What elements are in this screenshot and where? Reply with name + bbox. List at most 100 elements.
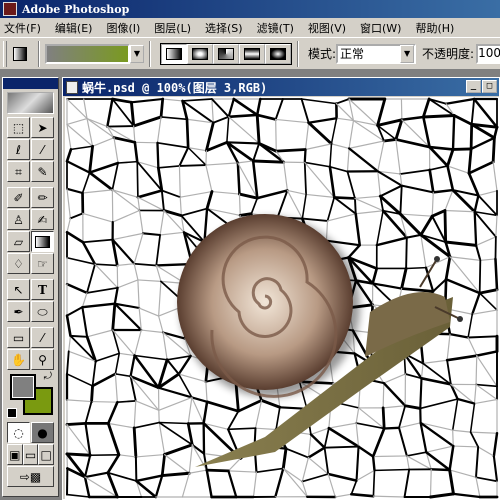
menu-filter[interactable]: 滤镜(T) [257, 20, 294, 36]
menu-layer[interactable]: 图层(L) [154, 20, 191, 36]
document-title-bar[interactable]: 蜗牛.psd @ 100%(图层 3,RGB) _ □ [63, 78, 499, 96]
crack-line [323, 427, 330, 449]
minimize-button[interactable]: _ [466, 80, 481, 93]
standard-mode-button[interactable]: ◌ [7, 422, 30, 443]
crack-line [371, 427, 386, 458]
angle-gradient-button[interactable] [213, 43, 239, 64]
ellipse-tool[interactable]: ⬭ [31, 301, 54, 322]
crack-line [91, 372, 117, 388]
crack-line [158, 280, 162, 317]
menu-edit[interactable]: 编辑(E) [55, 20, 93, 36]
crack-line [469, 431, 480, 448]
brush-tool[interactable]: ✏ [31, 187, 54, 208]
crack-line [276, 189, 289, 219]
swap-colors-icon[interactable]: ⤾ [44, 372, 52, 382]
crack-line [451, 114, 456, 151]
diamond-gradient-button[interactable] [265, 43, 291, 64]
crack-line [400, 267, 408, 291]
gradient-tool-preset-icon[interactable] [13, 46, 27, 61]
crack-line [66, 373, 94, 387]
path-selection-tool[interactable]: ↖ [7, 279, 30, 300]
crack-line [491, 136, 496, 164]
crack-line [354, 197, 384, 212]
hand-tool[interactable]: ✋ [7, 349, 30, 370]
full-screen-button[interactable]: □ [38, 444, 55, 465]
crack-line [155, 234, 161, 267]
clone-stamp-tool[interactable]: ♙ [7, 209, 30, 230]
notes-tool[interactable]: ▭ [7, 327, 30, 348]
image-canvas[interactable] [65, 97, 499, 499]
mode-select[interactable]: 正常 ▼ [336, 43, 417, 64]
healing-brush-tool[interactable]: ✐ [7, 187, 30, 208]
standard-screen-button[interactable]: ▣ [7, 444, 23, 465]
crack-line [158, 315, 164, 334]
zoom-tool[interactable]: ⚲ [31, 349, 54, 370]
slice-tool[interactable]: ✎ [31, 161, 54, 182]
pen-tool[interactable]: ✒ [7, 301, 30, 322]
jump-to-imageready-button[interactable]: ⇨▩ [7, 466, 54, 487]
crack-line [83, 454, 92, 479]
type-tool[interactable]: T [31, 279, 54, 300]
crack-line [81, 241, 97, 266]
magic-wand-tool[interactable]: ⁄ [31, 139, 54, 160]
opacity-label: 不透明度: [422, 47, 475, 61]
default-colors-icon[interactable] [7, 408, 17, 418]
foreground-color-swatch[interactable] [10, 374, 36, 400]
quick-mask-button[interactable]: ● [31, 422, 54, 443]
crack-line [133, 421, 161, 429]
crack-line [446, 333, 451, 361]
move-tool[interactable]: ➤ [31, 117, 54, 138]
crack-line [405, 236, 408, 270]
menu-select[interactable]: 选择(S) [205, 20, 243, 36]
crack-line [475, 476, 498, 483]
full-screen-menu-button[interactable]: ▭ [22, 444, 39, 465]
crack-line [495, 214, 498, 238]
menu-image[interactable]: 图像(I) [106, 20, 140, 36]
linear-gradient-button[interactable] [161, 43, 187, 64]
crack-line [432, 278, 448, 293]
mode-value: 正常 [340, 47, 365, 61]
menu-file[interactable]: 文件(F) [4, 20, 41, 36]
crack-line [429, 492, 455, 499]
options-grip[interactable] [3, 40, 7, 67]
maximize-button[interactable]: □ [482, 80, 497, 93]
crack-line [329, 143, 333, 168]
history-brush-tool[interactable]: ✍ [31, 209, 54, 230]
opacity-input[interactable]: 100 [476, 43, 500, 64]
crack-line [227, 469, 238, 499]
crack-line [82, 212, 114, 223]
menu-window[interactable]: 窗口(W) [360, 20, 401, 36]
crack-line [84, 400, 93, 425]
eyedropper-tool[interactable]: ⁄ [31, 327, 54, 348]
crack-line [420, 362, 424, 379]
crack-line [472, 97, 499, 129]
crack-line [398, 422, 422, 429]
crack-line [405, 266, 427, 270]
lasso-tool[interactable]: ℓ [7, 139, 30, 160]
crack-line [449, 256, 481, 261]
crack-line [156, 116, 162, 144]
smudge-tool[interactable]: ☞ [31, 253, 54, 274]
crack-line [179, 196, 182, 217]
menu-help[interactable]: 帮助(H) [415, 20, 454, 36]
adobe-eye-logo[interactable] [7, 92, 54, 114]
marquee-tool[interactable]: ⬚ [7, 117, 30, 138]
crack-line [86, 329, 114, 338]
menu-view[interactable]: 视图(V) [308, 20, 346, 36]
radial-gradient-button[interactable] [187, 43, 213, 64]
blur-tool[interactable]: ♢ [7, 253, 30, 274]
crop-tool[interactable]: ⌗ [7, 161, 30, 182]
gradient-picker[interactable] [45, 43, 130, 64]
crack-line [81, 292, 88, 308]
crack-line [86, 263, 96, 294]
crack-line [400, 184, 435, 194]
reflected-gradient-button[interactable] [239, 43, 265, 64]
crack-line [137, 196, 141, 211]
crack-line [275, 118, 277, 152]
gradient-tool[interactable] [31, 231, 54, 252]
toolbox-title-bar[interactable] [3, 78, 58, 89]
eraser-tool[interactable]: ▱ [7, 231, 30, 252]
gradient-dropdown-button[interactable]: ▼ [130, 44, 144, 63]
crack-line [469, 122, 474, 151]
crack-line [492, 161, 498, 192]
